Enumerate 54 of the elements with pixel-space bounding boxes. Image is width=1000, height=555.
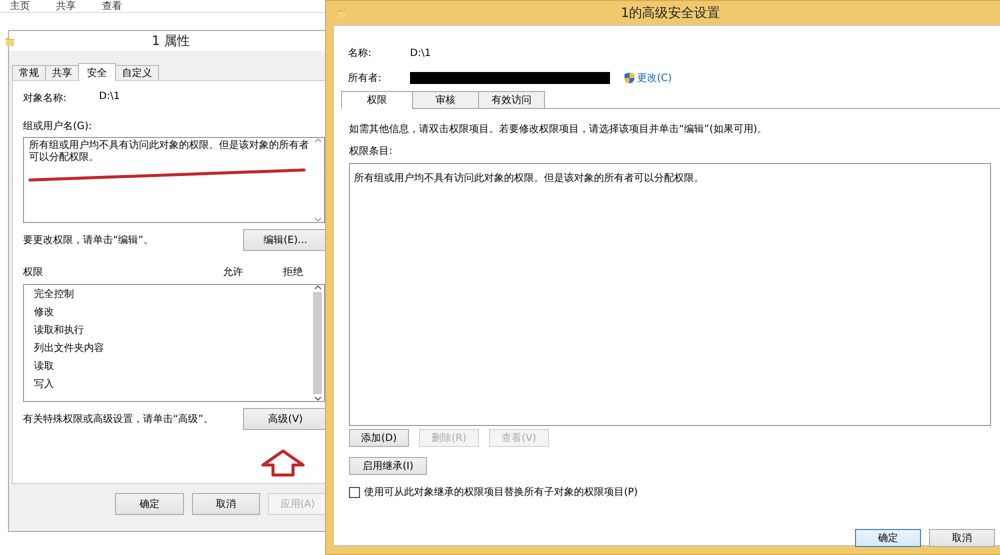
field-value: D:\1 — [410, 48, 431, 58]
permission-item: 写入 — [34, 378, 55, 391]
field-label: 所有者: — [348, 72, 382, 85]
hint-text: 要更改权限，请单击“编辑”。 — [23, 234, 154, 247]
field-label: 组或用户名(G): — [23, 120, 93, 133]
shield-icon — [624, 72, 635, 84]
window-title: 1 属性 — [150, 33, 192, 50]
column-header: 拒绝 — [283, 266, 303, 279]
message-text: 所有组或用户均不具有访问此对象的权限。但是该对象的所有者可以分配权限。 — [29, 140, 309, 163]
info-text: 如需其他信息，请双击权限项目。若要修改权限项目，请选择该项目并单击“编辑”(如果可用)。 — [349, 122, 768, 136]
scroll-up-icon — [314, 138, 322, 143]
tab[interactable]: 权限 — [341, 91, 413, 109]
checkbox-label: 使用可从此对象继承的权限项目替换所有子对象的权限项目(P) — [364, 486, 638, 499]
folder-icon — [5, 35, 15, 47]
scrollbar[interactable] — [311, 285, 324, 401]
column-header: 权限 — [23, 266, 44, 279]
message-text: 所有组或用户均不具有访问此对象的权限。但是该对象的所有者可以分配权限。 — [354, 173, 704, 184]
inherit-button[interactable]: 启用继承(I) — [349, 457, 427, 475]
scroll-down-icon — [314, 396, 322, 401]
tab[interactable]: 自定义 — [115, 65, 159, 80]
field-label: 权限条目: — [349, 144, 394, 158]
scroll-up-icon — [314, 285, 322, 290]
field-label: 名称: — [348, 47, 372, 60]
window-title: 1的高级安全设置 — [620, 5, 722, 22]
advanced-button[interactable]: 高级(V) — [243, 408, 328, 430]
ribbon-tab[interactable]: 共享 — [56, 0, 76, 13]
field-value: D:\1 — [99, 91, 120, 104]
field-label: 对象名称: — [23, 92, 68, 105]
tab[interactable]: 安全 — [78, 63, 116, 81]
tab[interactable]: 共享 — [45, 65, 79, 80]
hint-text: 有关特殊权限或高级设置，请单击“高级”。 — [23, 412, 214, 426]
permission-item: 完全控制 — [34, 288, 75, 301]
dialog-button[interactable]: 取消 — [929, 529, 995, 547]
permission-item: 读取和执行 — [34, 324, 85, 337]
dialog-button[interactable]: 确定 — [115, 493, 184, 515]
edit-button[interactable]: 编辑(E)... — [243, 229, 328, 251]
entry-button[interactable]: 添加(D) — [349, 429, 409, 447]
tab[interactable]: 审核 — [412, 91, 479, 109]
up-arrow-icon — [261, 449, 305, 477]
permission-item: 列出文件夹内容 — [34, 342, 105, 355]
dialog-button[interactable]: 取消 — [192, 493, 260, 515]
permission-item: 读取 — [34, 360, 55, 373]
permission-item: 修改 — [34, 306, 55, 319]
column-header: 允许 — [223, 266, 244, 279]
dialog-button[interactable]: 确定 — [855, 529, 921, 547]
tab[interactable]: 有效访问 — [478, 91, 545, 109]
change-link[interactable]: 更改(C) — [637, 71, 672, 85]
checkbox[interactable] — [349, 486, 360, 498]
group-list[interactable]: 所有组或用户均不具有访问此对象的权限。但是该对象的所有者可以分配权限。 — [23, 137, 325, 223]
scroll-down-icon — [314, 217, 322, 222]
ribbon-tab[interactable]: 主页 — [10, 0, 30, 13]
ribbon-tab[interactable]: 查看 — [102, 0, 122, 13]
tab[interactable]: 常规 — [12, 65, 46, 80]
folder-icon — [337, 7, 347, 19]
